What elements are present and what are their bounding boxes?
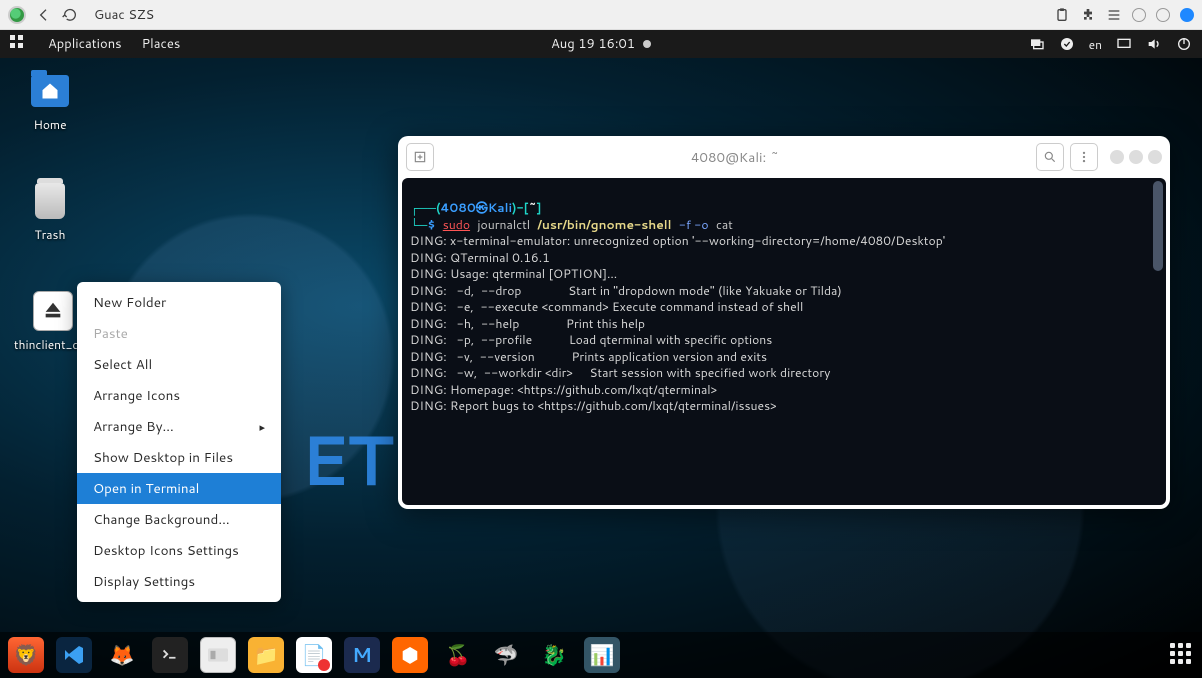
ctx-arrange-icons[interactable]: Arrange Icons bbox=[77, 380, 281, 411]
screen-icon[interactable] bbox=[1029, 36, 1045, 52]
dock-text-editor-icon[interactable]: 📄 bbox=[296, 637, 332, 673]
browser-chrome: Guac SZS bbox=[0, 0, 1202, 30]
dock-firefox-icon[interactable]: 🦊 bbox=[104, 637, 140, 673]
window-controls[interactable] bbox=[1110, 150, 1162, 164]
ctx-arrange-by[interactable]: Arrange By…▸ bbox=[77, 411, 281, 442]
chevron-right-icon: ▸ bbox=[259, 419, 265, 435]
desktop-icon-trash[interactable]: Trash bbox=[14, 180, 86, 243]
dock-filemanager-icon[interactable]: 📁 bbox=[248, 637, 284, 673]
dock-vscode-icon[interactable] bbox=[56, 637, 92, 673]
activities-icon[interactable] bbox=[10, 35, 28, 53]
dock-cherrytree-icon[interactable]: 🍒 bbox=[440, 637, 476, 673]
ctx-new-folder[interactable]: New Folder bbox=[77, 287, 281, 318]
places-menu[interactable]: Places bbox=[132, 35, 191, 53]
search-icon[interactable] bbox=[1036, 143, 1064, 171]
dock-wireshark-icon[interactable]: 🦈 bbox=[488, 637, 524, 673]
terminal-body[interactable]: ┌──(4080㉿Kali)-[~] └─$ sudo journalctl /… bbox=[402, 178, 1166, 505]
ctx-paste: Paste bbox=[77, 318, 281, 349]
scrollbar[interactable] bbox=[1153, 181, 1163, 271]
dock-sysmonitor-icon[interactable]: 📊 bbox=[584, 637, 620, 673]
home-label: Home bbox=[33, 116, 66, 133]
maximize-icon bbox=[1129, 150, 1143, 164]
dock-burp-icon[interactable]: ⬢ bbox=[392, 637, 428, 673]
extensions-icon[interactable] bbox=[1080, 7, 1096, 23]
dock-metasploit-icon[interactable]: M bbox=[344, 637, 380, 673]
clock[interactable]: Aug 19 16:01 bbox=[551, 35, 651, 53]
window-close-icon[interactable] bbox=[1180, 8, 1194, 22]
ctx-show-desktop-files[interactable]: Show Desktop in Files bbox=[77, 442, 281, 473]
ctx-desktop-icons-settings[interactable]: Desktop Icons Settings bbox=[77, 535, 281, 566]
gnome-top-bar: Applications Places Aug 19 16:01 en bbox=[0, 30, 1202, 58]
desktop-icon-home[interactable]: Home bbox=[14, 70, 86, 133]
guacamole-favicon bbox=[8, 6, 26, 24]
minimize-icon bbox=[1110, 150, 1124, 164]
terminal-window: 4080@Kali: ~ ┌──(4080㉿Kali)-[~] └─$ sudo… bbox=[398, 136, 1170, 509]
new-tab-icon[interactable] bbox=[406, 143, 434, 171]
notification-dot-icon bbox=[643, 40, 651, 48]
menu-icon[interactable] bbox=[1106, 7, 1122, 23]
dock-files-icon[interactable] bbox=[200, 637, 236, 673]
terminal-title: 4080@Kali: ~ bbox=[440, 148, 1030, 167]
dock-kali-icon[interactable]: 🐉 bbox=[536, 637, 572, 673]
display-icon[interactable] bbox=[1116, 36, 1132, 52]
desktop[interactable]: ET Home Trash thinclient_drives New Fold… bbox=[0, 58, 1202, 678]
clipboard-icon[interactable] bbox=[1054, 7, 1070, 23]
show-apps-icon[interactable] bbox=[1170, 643, 1194, 667]
desktop-context-menu: New Folder Paste Select All Arrange Icon… bbox=[77, 282, 281, 602]
ctx-display-settings[interactable]: Display Settings bbox=[77, 566, 281, 597]
back-icon[interactable] bbox=[36, 7, 52, 23]
volume-icon[interactable] bbox=[1146, 36, 1162, 52]
update-icon[interactable] bbox=[1059, 36, 1075, 52]
trash-label: Trash bbox=[35, 226, 66, 243]
clock-text: Aug 19 16:01 bbox=[551, 35, 635, 53]
reload-icon[interactable] bbox=[62, 7, 78, 23]
close-icon bbox=[1148, 150, 1162, 164]
dock-brave-icon[interactable]: 🦁 bbox=[8, 637, 44, 673]
window-min-icon[interactable] bbox=[1132, 8, 1146, 22]
terminal-titlebar[interactable]: 4080@Kali: ~ bbox=[398, 136, 1170, 178]
hamburger-icon[interactable] bbox=[1070, 143, 1098, 171]
dock-terminal-icon[interactable] bbox=[152, 637, 188, 673]
ctx-change-background[interactable]: Change Background… bbox=[77, 504, 281, 535]
power-icon[interactable] bbox=[1176, 36, 1192, 52]
wallpaper-text: ET bbox=[300, 408, 390, 508]
window-max-icon[interactable] bbox=[1156, 8, 1170, 22]
keyboard-lang[interactable]: en bbox=[1089, 36, 1102, 53]
browser-tab-title: Guac SZS bbox=[94, 6, 154, 24]
applications-menu[interactable]: Applications bbox=[38, 35, 132, 53]
ctx-open-terminal[interactable]: Open in Terminal bbox=[77, 473, 281, 504]
ctx-select-all[interactable]: Select All bbox=[77, 349, 281, 380]
dock: 🦁 🦊 📁 📄 M ⬢ 🍒 🦈 🐉 📊 bbox=[0, 632, 1202, 678]
